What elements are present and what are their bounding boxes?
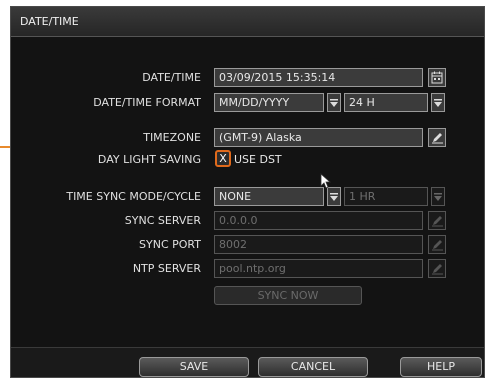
triangle-down-icon <box>330 192 338 201</box>
pencil-edit-icon <box>431 264 443 275</box>
ntp-server-label: NTP SERVER <box>132 262 201 275</box>
dst-label: DAY LIGHT SAVING <box>97 153 201 166</box>
sync-port-label: SYNC PORT <box>139 238 201 251</box>
sync-port-edit-button[interactable] <box>428 235 446 254</box>
sync-mode-select[interactable]: NONE <box>214 187 324 206</box>
help-button[interactable]: HELP <box>400 357 482 377</box>
sync-mode-label: TIME SYNC MODE/CYCLE <box>66 190 201 203</box>
sync-server-edit-button[interactable] <box>428 211 446 230</box>
sync-cycle-dropdown[interactable] <box>431 187 445 206</box>
timezone-edit-button[interactable] <box>428 128 446 147</box>
calendar-button[interactable] <box>428 68 446 87</box>
dialog-title: DATE/TIME <box>11 7 484 37</box>
use-dst-label: USE DST <box>234 153 282 166</box>
sync-now-button[interactable]: SYNC NOW <box>214 286 362 305</box>
datetime-label: DATE/TIME <box>142 71 201 84</box>
cancel-button[interactable]: CANCEL <box>258 357 368 377</box>
calendar-icon <box>431 71 443 84</box>
triangle-down-icon <box>330 98 338 107</box>
mouse-cursor-icon <box>320 173 332 189</box>
ntp-server-edit-button[interactable] <box>428 259 446 278</box>
ntp-server-field[interactable]: pool.ntp.org <box>214 259 423 278</box>
sync-cycle-select[interactable]: 1 HR <box>344 187 428 206</box>
sync-server-label: SYNC SERVER <box>124 214 201 227</box>
timezone-field[interactable]: (GMT-9) Alaska <box>214 128 423 147</box>
time-format-dropdown[interactable] <box>431 93 445 112</box>
format-label: DATE/TIME FORMAT <box>93 96 201 109</box>
triangle-down-icon <box>434 192 442 201</box>
datetime-dialog: DATE/TIME DATE/TIME 03/09/2015 15:35:14 … <box>10 6 485 378</box>
time-format-select[interactable]: 24 H <box>344 93 428 112</box>
sync-server-field[interactable]: 0.0.0.0 <box>214 211 423 230</box>
datetime-field[interactable]: 03/09/2015 15:35:14 <box>214 68 423 87</box>
timezone-label: TIMEZONE <box>143 131 201 144</box>
save-button[interactable]: SAVE <box>139 357 249 377</box>
bottom-button-bar: SAVE CANCEL HELP <box>11 347 484 377</box>
sync-mode-dropdown[interactable] <box>327 187 341 206</box>
pencil-edit-icon <box>431 133 443 144</box>
pencil-edit-icon <box>431 216 443 227</box>
date-format-dropdown[interactable] <box>327 93 341 112</box>
sync-port-field[interactable]: 8002 <box>214 235 423 254</box>
date-format-select[interactable]: MM/DD/YYYY <box>214 93 324 112</box>
triangle-down-icon <box>434 98 442 107</box>
pencil-edit-icon <box>431 240 443 251</box>
use-dst-checkbox[interactable]: X <box>215 150 231 167</box>
